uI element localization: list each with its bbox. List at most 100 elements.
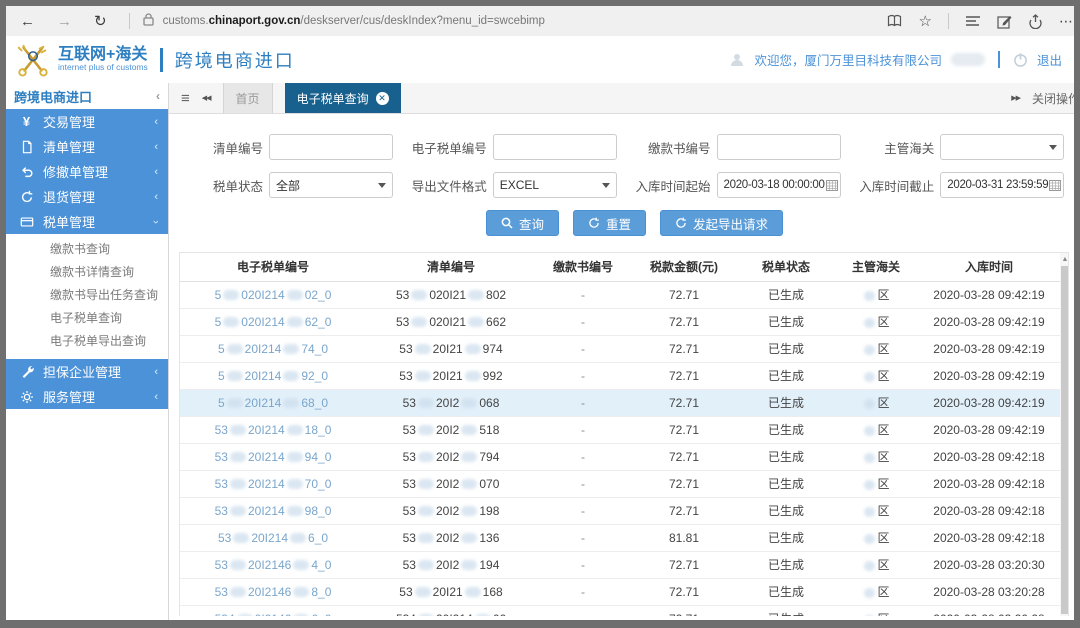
cell-etax-no[interactable]: 5320I21464_0 — [180, 551, 366, 578]
table-row[interactable]: 5320I21470_05320I2070-72.71已生成区2020-03-2… — [180, 470, 1060, 497]
table-row[interactable]: 520I21474_05320I21974-72.71已生成区2020-03-2… — [180, 335, 1060, 362]
redacted-blur — [461, 533, 477, 543]
reading-view-icon[interactable] — [887, 14, 903, 28]
redacted-blur — [287, 425, 303, 435]
cell-etax-no[interactable]: 520I21492_0 — [180, 362, 366, 389]
menu-toggle-icon[interactable]: ≡ — [181, 90, 190, 107]
share-icon[interactable] — [1028, 14, 1043, 29]
tab-home[interactable]: 首页 — [223, 83, 273, 113]
scroll-up-icon[interactable]: ▲ — [1062, 253, 1069, 266]
redacted-blur — [418, 614, 434, 616]
back-icon[interactable]: ← — [20, 13, 35, 30]
logout-button[interactable]: 退出 — [1037, 50, 1062, 69]
close-tab-icon[interactable]: ✕ — [376, 92, 389, 105]
cell-customs: 区 — [834, 389, 918, 416]
redacted-blur — [223, 317, 239, 327]
cell-etax-no[interactable]: 520I21474_0 — [180, 335, 366, 362]
time-to-input[interactable]: 2020-03-31 23:59:59 — [940, 172, 1064, 198]
status-label: 税单状态 — [179, 176, 269, 195]
cell-payment-no: - — [536, 308, 630, 335]
redacted-blur — [293, 614, 309, 616]
chevron-icon: ‹ — [154, 366, 158, 378]
close-operations-button[interactable]: 关闭操作 — [1032, 90, 1074, 107]
sidebar-subitem-缴款书导出任务查询[interactable]: 缴款书导出任务查询 — [6, 284, 168, 307]
cell-etax-no[interactable]: 5320I21498_0 — [180, 497, 366, 524]
redacted-blur — [461, 425, 477, 435]
power-icon[interactable] — [1013, 52, 1028, 67]
screenshot-frame: ← → ↻ customs.chinaport.gov.cn/deskserve… — [0, 0, 1080, 628]
cell-etax-no[interactable]: 520I21468_0 — [180, 389, 366, 416]
forward-icon[interactable]: → — [57, 13, 72, 30]
etax-no-input[interactable] — [493, 134, 617, 160]
table-row[interactable]: 5020I21462_053020I21662-72.71已生成区2020-03… — [180, 308, 1060, 335]
cell-etax-no[interactable]: 5320I21468_0 — [180, 578, 366, 605]
table-row[interactable]: 5020I21402_053020I21802-72.71已生成区2020-03… — [180, 281, 1060, 308]
customs-select[interactable] — [940, 134, 1064, 160]
cell-etax-no[interactable]: 5020I21402_0 — [180, 281, 366, 308]
sidebar-subitem-电子税单查询[interactable]: 电子税单查询 — [6, 307, 168, 330]
cell-amount: 72.71 — [630, 578, 738, 605]
more-menu-icon[interactable]: ⋯ — [1059, 13, 1074, 30]
cell-list-no: 5320I21992 — [366, 362, 536, 389]
redacted-blur — [230, 506, 246, 516]
sidebar-item-税单管理[interactable]: 税单管理‹ — [6, 209, 168, 234]
sidebar-subitem-缴款书查询[interactable]: 缴款书查询 — [6, 238, 168, 261]
scroll-tabs-left-icon[interactable]: ◀◀ — [202, 94, 211, 102]
status-select[interactable]: 全部 — [269, 172, 393, 198]
table-row[interactable]: 5320I21418_05320I2518-72.71已生成区2020-03-2… — [180, 416, 1060, 443]
cell-status: 已生成 — [738, 308, 834, 335]
tax-card-icon — [19, 214, 34, 229]
sidebar-item-修撤单管理[interactable]: 修撤单管理‹ — [6, 159, 168, 184]
hub-icon[interactable] — [965, 15, 981, 27]
redacted-blur — [230, 452, 246, 462]
payment-no-input[interactable] — [717, 134, 841, 160]
cell-etax-no[interactable]: 5020I21462_0 — [180, 308, 366, 335]
table-row[interactable]: 5320I21498_05320I2198-72.71已生成区2020-03-2… — [180, 497, 1060, 524]
list-no-input[interactable] — [269, 134, 393, 160]
cell-etax-no[interactable]: 5320I21470_0 — [180, 470, 366, 497]
table-row[interactable]: 5320I21494_05320I2794-72.71已生成区2020-03-2… — [180, 443, 1060, 470]
submenu-税单管理: 缴款书查询缴款书详情查询缴款书导出任务查询电子税单查询电子税单导出查询 — [6, 234, 168, 359]
table-scrollbar[interactable]: ▲ — [1060, 253, 1069, 616]
table-row[interactable]: 520I21492_05320I21992-72.71已生成区2020-03-2… — [180, 362, 1060, 389]
table-row[interactable]: 5320I2146_05320I2136-81.81已生成区2020-03-28… — [180, 524, 1060, 551]
cell-etax-no[interactable]: 5340I21466_0 — [180, 605, 366, 616]
redacted-blur — [411, 290, 427, 300]
redacted-blur — [864, 480, 875, 490]
collapse-sidebar-icon[interactable]: ‹ — [156, 89, 160, 103]
sidebar-item-退货管理[interactable]: 退货管理‹ — [6, 184, 168, 209]
cell-time: 2020-03-28 09:42:19 — [918, 308, 1060, 335]
tab-etax-query[interactable]: 电子税单查询 ✕ — [285, 83, 401, 113]
redacted-blur — [227, 398, 243, 408]
cell-customs: 区 — [834, 470, 918, 497]
time-from-input[interactable]: 2020-03-18 00:00:00 — [717, 172, 841, 198]
welcome-text: 欢迎您，厦门万里目科技有限公司 — [754, 50, 942, 69]
sidebar-item-清单管理[interactable]: 清单管理‹ — [6, 134, 168, 159]
web-note-icon[interactable] — [997, 14, 1012, 29]
sidebar-item-交易管理[interactable]: ¥交易管理‹ — [6, 109, 168, 134]
redacted-blur — [864, 588, 875, 598]
export-request-button[interactable]: 发起导出请求 — [660, 210, 783, 236]
time-from-label: 入库时间起始 — [627, 176, 717, 195]
table-row[interactable]: 5320I21464_05320I2194-72.71已生成区2020-03-2… — [180, 551, 1060, 578]
sidebar-item-担保企业管理[interactable]: 担保企业管理‹ — [6, 359, 168, 384]
reset-button[interactable]: 重置 — [573, 210, 646, 236]
refresh-icon[interactable]: ↻ — [94, 12, 107, 30]
cell-etax-no[interactable]: 5320I2146_0 — [180, 524, 366, 551]
cell-etax-no[interactable]: 5320I21418_0 — [180, 416, 366, 443]
address-bar[interactable]: customs.chinaport.gov.cn/deskserver/cus/… — [163, 15, 545, 27]
chevron-icon: ‹ — [154, 191, 158, 203]
sidebar-item-服务管理[interactable]: 服务管理‹ — [6, 384, 168, 409]
sidebar-subitem-缴款书详情查询[interactable]: 缴款书详情查询 — [6, 261, 168, 284]
sidebar-subitem-电子税单导出查询[interactable]: 电子税单导出查询 — [6, 330, 168, 353]
format-select[interactable]: EXCEL — [493, 172, 617, 198]
cell-etax-no[interactable]: 5320I21494_0 — [180, 443, 366, 470]
favorites-star-icon[interactable]: ☆ — [919, 12, 932, 30]
table-row[interactable]: 5320I21468_05320I21168-72.71已生成区2020-03-… — [180, 578, 1060, 605]
scrollbar-thumb[interactable] — [1061, 266, 1069, 614]
redacted-blur — [287, 506, 303, 516]
table-row[interactable]: 5340I21466_053420I21466-72.71已生成区2020-03… — [180, 605, 1060, 616]
scroll-tabs-right-icon[interactable]: ▶▶ — [1011, 94, 1020, 102]
table-row[interactable]: 520I21468_05320I2068-72.71已生成区2020-03-28… — [180, 389, 1060, 416]
query-button[interactable]: 查询 — [486, 210, 559, 236]
